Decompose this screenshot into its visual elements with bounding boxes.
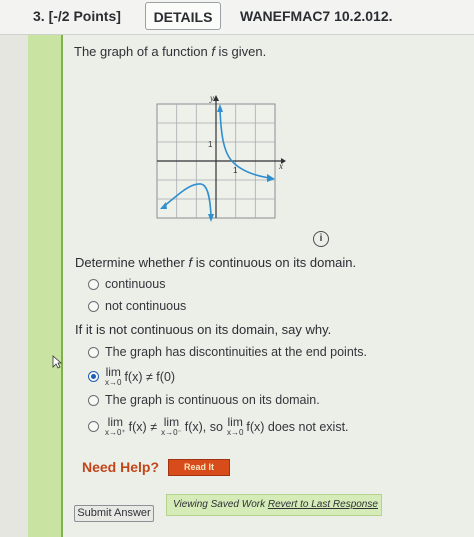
radio-limit-not-equal-value[interactable] — [88, 371, 99, 382]
read-it-button[interactable]: Read It — [168, 459, 230, 476]
option-continuous-on-domain[interactable]: The graph is continuous on its domain. — [88, 393, 320, 407]
radio-continuous[interactable] — [88, 278, 99, 290]
left-limit-notation: lim x→0⁻ — [161, 415, 182, 437]
y-axis-label: y — [209, 93, 214, 103]
two-sided-limit-notation: lim x→0 — [226, 415, 244, 437]
question-2-prompt: If it is not continuous on its domain, s… — [75, 322, 332, 337]
intro-text: The graph of a function f is given. — [74, 44, 267, 59]
submit-answer-button[interactable]: Submit Answer — [74, 505, 154, 522]
question-status-bar — [28, 35, 61, 537]
radio-not-continuous[interactable] — [88, 300, 99, 312]
mouse-cursor-icon — [52, 355, 62, 369]
question-header: 3. [-/2 Points] DETAILS WANEFMAC7 10.2.0… — [0, 0, 474, 35]
y-tick-label: 1 — [208, 140, 213, 149]
problem-code: WANEFMAC7 10.2.012. — [240, 8, 393, 24]
radio-endpoint-discontinuities[interactable] — [88, 346, 99, 358]
option-limit-does-not-exist[interactable]: lim x→0⁺ f(x) ≠ lim x→0⁻ f(x), so lim x→… — [88, 416, 349, 437]
option-continuous[interactable]: continuous — [88, 277, 165, 291]
details-button[interactable]: DETAILS — [145, 2, 221, 30]
right-limit-notation: lim x→0⁺ — [105, 415, 126, 437]
function-graph: y x 1 1 — [156, 93, 286, 222]
x-axis-label: x — [278, 161, 283, 171]
option-limit-not-equal-value[interactable]: lim x→0 f(x) ≠ f(0) — [88, 366, 175, 387]
question-number: 3. [-/2 Points] — [33, 8, 121, 24]
revert-link[interactable]: Revert to Last Response — [268, 499, 378, 510]
radio-limit-does-not-exist[interactable] — [88, 421, 99, 432]
option-not-continuous[interactable]: not continuous — [88, 299, 186, 313]
need-help-label: Need Help? — [82, 459, 160, 475]
left-margin — [0, 35, 28, 537]
radio-continuous-on-domain[interactable] — [88, 394, 99, 406]
saved-work-banner: Viewing Saved Work Revert to Last Respon… — [166, 494, 382, 516]
question-1-prompt: Determine whether f is continuous on its… — [75, 255, 357, 270]
limit-notation: lim x→0 — [105, 365, 122, 387]
info-icon[interactable]: i — [313, 231, 329, 247]
option-endpoint-discontinuities[interactable]: The graph has discontinuities at the end… — [88, 345, 367, 359]
x-tick-label: 1 — [233, 166, 238, 175]
viewing-saved-work-text: Viewing Saved Work — [173, 499, 266, 510]
